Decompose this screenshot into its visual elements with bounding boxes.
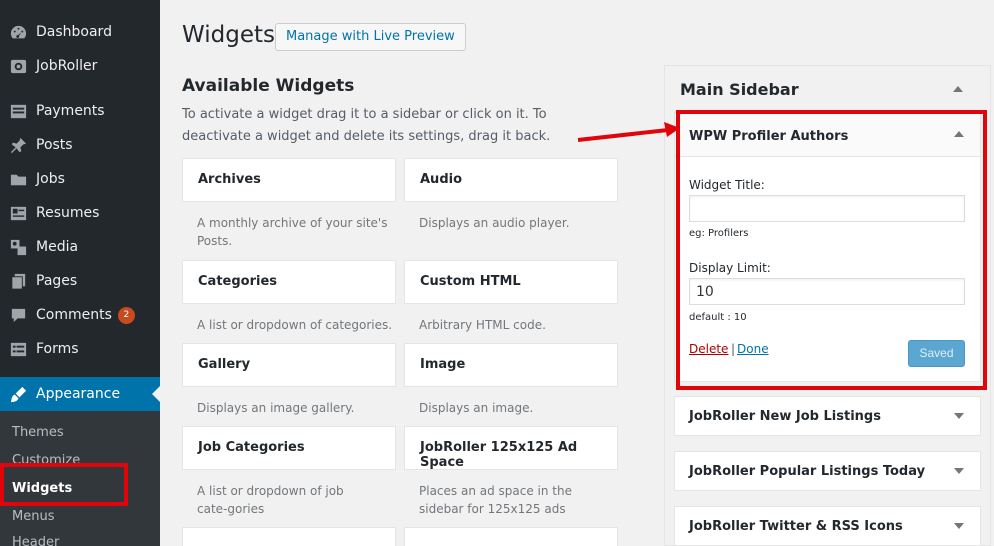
available-widgets-description: To activate a widget drag it to a sideba… — [182, 107, 551, 144]
manage-live-preview-button[interactable]: Manage with Live Preview — [275, 23, 466, 51]
submenu-item-header[interactable]: Header — [12, 535, 59, 546]
forms-icon — [8, 339, 28, 359]
widget-jobroller-twitter-rss[interactable]: JobRoller Twitter & RSS Icons — [674, 506, 981, 546]
menu-label: Posts — [36, 137, 73, 153]
widget-title: JobRoller New Job Listings — [689, 409, 881, 424]
widget-categories[interactable]: Categories — [182, 260, 396, 304]
menu-item-jobroller[interactable]: JobRoller — [0, 49, 160, 83]
menu-label: Resumes — [36, 205, 100, 221]
menu-label: Comments — [36, 307, 112, 323]
widget-job-categories[interactable]: Job Categories — [182, 426, 396, 470]
menu-item-media[interactable]: Media — [0, 230, 160, 264]
widget-description: Places an ad space in the sidebar for 12… — [419, 484, 572, 516]
widget-description: A monthly archive of your site's Posts. — [197, 216, 388, 248]
widget-title: Custom HTML — [420, 274, 521, 289]
menu-label: Jobs — [36, 171, 65, 187]
widget-description: A list or dropdown of job cate-gories — [197, 484, 344, 516]
widget-jobroller-ad-space[interactable]: JobRoller 125x125 Ad Space — [404, 426, 618, 470]
widget-description: Displays an image gallery. — [197, 401, 355, 415]
menu-label: Payments — [36, 103, 105, 119]
jobroller-icon — [8, 56, 28, 76]
widget-title: Audio — [420, 172, 463, 187]
media-icon — [8, 237, 28, 257]
folder-icon — [8, 169, 28, 189]
menu-item-pages[interactable]: Pages — [0, 264, 160, 298]
collapse-sidebar-icon[interactable] — [953, 86, 963, 92]
dashboard-icon — [8, 22, 28, 42]
widget-description: Displays an audio player. — [419, 216, 570, 230]
widget-title: Image — [420, 357, 466, 372]
widget-gallery[interactable]: Gallery — [182, 343, 396, 387]
menu-item-jobs[interactable]: Jobs — [0, 162, 160, 196]
widget-custom-html[interactable]: Custom HTML — [404, 260, 618, 304]
widget-title: JobRoller Popular Listings Today — [689, 464, 926, 479]
pin-icon — [8, 135, 28, 155]
widget-archives[interactable]: Archives — [182, 158, 396, 202]
widget-partial[interactable] — [182, 527, 396, 546]
menu-label: Forms — [36, 341, 79, 357]
pages-icon — [8, 271, 28, 291]
widget-description: Displays an image. — [419, 401, 534, 415]
submenu-item-menus[interactable]: Menus — [12, 509, 54, 524]
menu-label: JobRoller — [36, 58, 98, 74]
widget-title: Categories — [198, 274, 278, 289]
brush-icon — [8, 384, 28, 404]
widget-title: Gallery — [198, 357, 251, 372]
menu-item-payments[interactable]: Payments — [0, 94, 160, 128]
menu-item-comments[interactable]: Comments 2 — [0, 298, 160, 332]
widget-partial[interactable] — [404, 527, 618, 546]
page-title: Widgets — [182, 22, 275, 48]
widget-title: Archives — [198, 172, 261, 187]
open-widget-highlight-box — [676, 110, 987, 390]
widget-audio[interactable]: Audio — [404, 158, 618, 202]
submenu-item-themes[interactable]: Themes — [12, 425, 64, 440]
payments-icon — [8, 101, 28, 121]
expand-widget-icon[interactable] — [954, 413, 964, 419]
menu-item-posts[interactable]: Posts — [0, 128, 160, 162]
red-arrow-icon — [577, 122, 680, 142]
widget-description: Arbitrary HTML code. — [419, 318, 546, 332]
menu-label: Media — [36, 239, 79, 255]
widget-description: A list or dropdown of categories. — [197, 318, 393, 332]
expand-widget-icon[interactable] — [954, 468, 964, 474]
widget-title: JobRoller 125x125 Ad Space — [420, 440, 578, 470]
widget-jobroller-new-job-listings[interactable]: JobRoller New Job Listings — [674, 396, 981, 436]
menu-item-appearance[interactable]: Appearance — [0, 377, 160, 411]
menu-label: Pages — [36, 273, 78, 289]
comment-count-badge: 2 — [117, 306, 135, 324]
widget-image[interactable]: Image — [404, 343, 618, 387]
menu-item-forms[interactable]: Forms — [0, 332, 160, 366]
widget-title: JobRoller Twitter & RSS Icons — [689, 519, 903, 534]
widgets-highlight-box — [0, 463, 128, 506]
menu-label: Appearance — [36, 386, 121, 402]
comment-icon — [8, 305, 28, 325]
menu-item-resumes[interactable]: Resumes — [0, 196, 160, 230]
widget-title: Job Categories — [198, 440, 305, 455]
main-sidebar-title[interactable]: Main Sidebar — [680, 80, 799, 99]
id-card-icon — [8, 203, 28, 223]
expand-widget-icon[interactable] — [954, 523, 964, 529]
available-widgets-title: Available Widgets — [182, 76, 355, 96]
widget-jobroller-popular-listings[interactable]: JobRoller Popular Listings Today — [674, 451, 981, 491]
menu-item-dashboard[interactable]: Dashboard — [0, 15, 160, 49]
menu-label: Dashboard — [36, 24, 112, 40]
